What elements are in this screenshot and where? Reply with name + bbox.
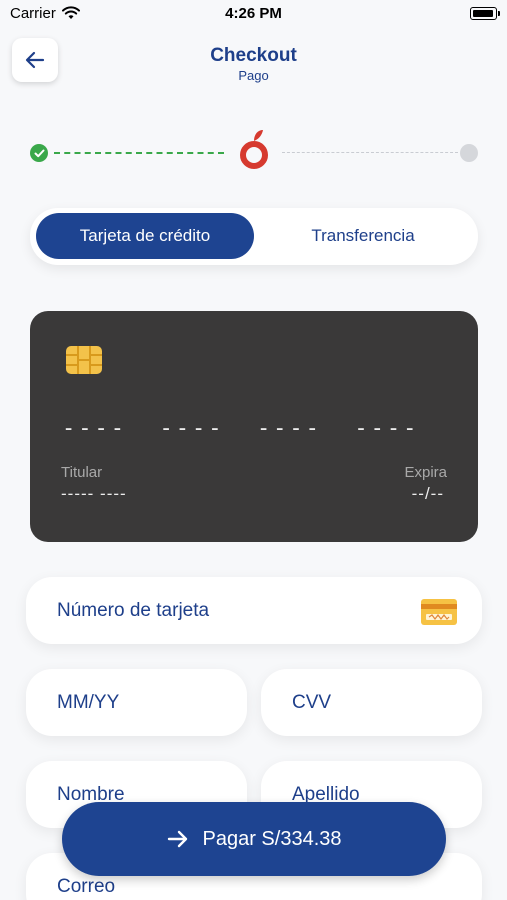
card-number-placeholder: Número de tarjeta <box>57 599 210 621</box>
clock: 4:26 PM <box>225 5 282 22</box>
payment-method-tabs: Tarjeta de crédito Transferencia <box>30 208 478 265</box>
card-expiry-label: Expira <box>404 464 447 481</box>
step-line-pending <box>282 152 458 153</box>
step-pending <box>460 144 478 162</box>
check-icon <box>34 149 44 157</box>
expiry-placeholder: MM/YY <box>57 691 120 713</box>
chip-icon <box>66 346 102 374</box>
email-placeholder: Correo <box>57 875 116 897</box>
card-expiry-value: --/-- <box>411 484 444 503</box>
battery-icon <box>470 7 500 20</box>
arrow-right-icon <box>167 830 187 848</box>
step-completed <box>30 144 48 162</box>
expiry-field[interactable]: MM/YY <box>26 669 247 736</box>
step-line-completed <box>54 152 224 154</box>
pay-button-label: Pagar S/334.38 <box>202 827 342 850</box>
card-number-field[interactable]: Número de tarjeta <box>26 577 482 644</box>
card-holder-value: ----- ---- <box>61 484 127 503</box>
credit-card-icon <box>421 599 457 625</box>
checkout-stepper <box>30 128 480 172</box>
page-title: Checkout <box>210 45 297 66</box>
page-subtitle: Pago <box>238 68 269 83</box>
pay-button[interactable]: Pagar S/334.38 <box>62 802 446 876</box>
status-bar: Carrier 4:26 PM <box>0 0 507 30</box>
cvv-field[interactable]: CVV <box>261 669 482 736</box>
brand-logo-icon <box>240 130 268 169</box>
card-number-display: ---- ---- ---- ---- <box>62 416 420 441</box>
tab-credit-card[interactable]: Tarjeta de crédito <box>36 213 254 259</box>
card-holder-label: Titular <box>61 464 103 481</box>
credit-card-preview: ---- ---- ---- ---- Titular ----- ---- E… <box>30 311 478 542</box>
cvv-placeholder: CVV <box>292 691 332 713</box>
tab-transfer[interactable]: Transferencia <box>254 213 472 259</box>
